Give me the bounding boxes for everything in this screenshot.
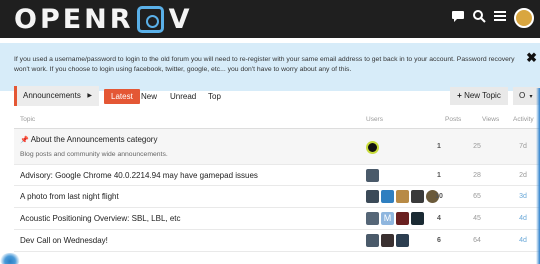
avatar[interactable] <box>366 169 379 182</box>
top-header: OPENR V <box>0 0 540 38</box>
topic-title-link[interactable]: Acoustic Positioning Overview: SBL, LBL,… <box>20 214 181 223</box>
search-icon[interactable] <box>472 8 486 28</box>
logo-text: OPENR V <box>14 3 193 35</box>
views-count: 65 <box>473 193 481 200</box>
views-count: 28 <box>473 172 481 179</box>
plus-icon: + <box>457 91 462 100</box>
views-count: 25 <box>473 143 481 150</box>
logo-rov-emblem <box>136 5 164 33</box>
topic-users <box>366 141 379 154</box>
notice-text: If you used a username/password to login… <box>14 56 515 73</box>
col-views[interactable]: Views <box>482 116 499 123</box>
decorative-edge-glow <box>536 88 540 264</box>
avatar[interactable] <box>396 190 409 203</box>
avatar[interactable] <box>366 141 379 154</box>
topic-title-link[interactable]: Dev Call on Wednesday! <box>20 236 108 245</box>
avatar[interactable] <box>411 212 424 225</box>
activity-time[interactable]: 2d <box>508 172 538 179</box>
topic-navbar: Announcements ▶ Latest New Unread Top + … <box>0 86 540 106</box>
activity-time[interactable]: 7d <box>508 143 538 150</box>
posts-count: 10 <box>435 193 443 200</box>
chat-bubble-icon[interactable] <box>451 8 465 28</box>
views-count: 64 <box>473 237 481 244</box>
category-dropdown[interactable]: Announcements ▶ <box>14 86 99 106</box>
topic-title-link[interactable]: 📌 About the Announcements category <box>20 135 157 144</box>
topic-title-link[interactable]: A photo from last night flight <box>20 192 119 201</box>
notice-banner: If you used a username/password to login… <box>0 43 540 91</box>
new-topic-button[interactable]: + New Topic <box>450 87 508 105</box>
table-row: Dev Call on Wednesday! 6 64 4d <box>14 230 540 252</box>
close-icon[interactable]: ✖ <box>526 50 537 66</box>
site-logo[interactable]: OPENR V <box>14 3 193 35</box>
avatar[interactable] <box>366 190 379 203</box>
tab-unread[interactable]: Unread <box>170 89 196 104</box>
hamburger-menu-icon[interactable] <box>493 8 507 28</box>
avatar[interactable]: M <box>381 212 394 225</box>
avatar[interactable] <box>366 234 379 247</box>
activity-time[interactable]: 4d <box>508 237 538 244</box>
category-label: Announcements <box>23 91 81 100</box>
new-topic-label: New Topic <box>464 91 501 100</box>
avatar[interactable] <box>411 190 424 203</box>
col-topic[interactable]: Topic <box>20 116 35 123</box>
avatar[interactable] <box>381 234 394 247</box>
pin-icon: 📌 <box>20 137 29 144</box>
col-activity[interactable]: Activity <box>513 116 534 123</box>
activity-time[interactable]: 4d <box>508 215 538 222</box>
tab-top[interactable]: Top <box>208 89 221 104</box>
tab-new[interactable]: New <box>141 89 157 104</box>
avatar[interactable] <box>396 212 409 225</box>
topic-users <box>366 234 409 247</box>
table-header: Topic Users Posts Views Activity <box>0 116 540 128</box>
table-row: A photo from last night flight 10 65 3d <box>14 186 540 208</box>
topic-users: M <box>366 212 424 225</box>
posts-count: 1 <box>437 143 441 150</box>
table-row: Acoustic Positioning Overview: SBL, LBL,… <box>14 208 540 230</box>
activity-time[interactable]: 3d <box>508 193 538 200</box>
topic-excerpt: Blog posts and community wide announceme… <box>20 151 168 158</box>
caret-right-icon: ▶ <box>87 93 92 99</box>
table-row: Advisory: Google Chrome 40.0.2214.94 may… <box>14 165 540 186</box>
posts-count: 6 <box>437 237 441 244</box>
avatar[interactable] <box>366 212 379 225</box>
views-count: 45 <box>473 215 481 222</box>
caret-down-icon: ▾ <box>529 94 533 100</box>
avatar[interactable] <box>396 234 409 247</box>
topic-users <box>366 169 379 182</box>
posts-count: 4 <box>437 215 441 222</box>
topic-title-link[interactable]: Advisory: Google Chrome 40.0.2214.94 may… <box>20 171 258 180</box>
col-posts[interactable]: Posts <box>445 116 461 123</box>
avatar[interactable] <box>381 190 394 203</box>
tab-latest[interactable]: Latest <box>104 89 140 104</box>
posts-count: 1 <box>437 172 441 179</box>
decorative-glow <box>0 253 20 264</box>
circle-icon: O <box>519 91 526 100</box>
user-avatar[interactable] <box>514 8 534 28</box>
col-users: Users <box>366 116 383 123</box>
table-row: 📌 About the Announcements category Blog p… <box>14 129 540 165</box>
